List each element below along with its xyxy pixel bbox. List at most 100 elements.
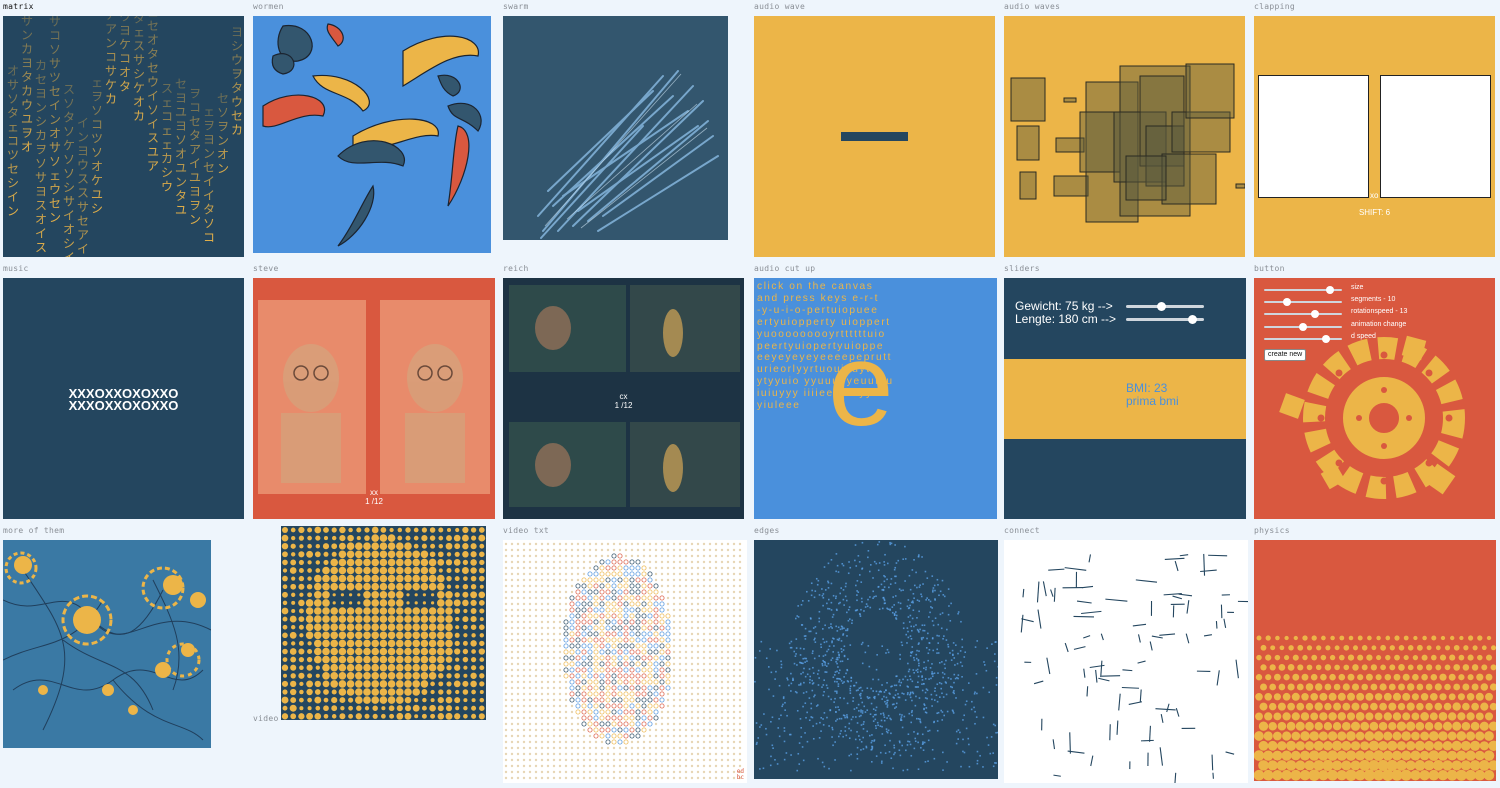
video-letter [648,542,652,546]
length-slider[interactable] [1126,315,1204,324]
video-txt-canvas[interactable]: ed bc [503,540,747,783]
control-slider[interactable] [1264,322,1342,331]
music-canvas[interactable]: XXXOXXOXOXXO XXXOXXOXOXXO [3,278,244,519]
edge-dot [840,730,842,732]
reich-canvas[interactable]: cx 1 /12 [503,278,744,519]
edges-canvas[interactable] [754,540,998,779]
sketch-label[interactable]: more of them [3,526,64,535]
audio-waves-canvas[interactable] [1004,16,1245,257]
clapping-canvas[interactable]: xo SHIFT: 6 [1254,16,1495,257]
video-dot [298,583,305,590]
sketch-label[interactable]: steve [253,264,279,273]
weight-slider[interactable] [1126,302,1204,311]
video-dot [314,599,322,607]
more-of-them-canvas[interactable] [3,540,211,748]
control-slider[interactable] [1264,334,1342,343]
edge-dot [861,541,864,544]
sketch-label[interactable]: video txt [503,526,549,535]
video-letter [570,734,574,738]
physics-ball [1481,664,1488,671]
button-canvas[interactable]: size segments - 10 rotationspeed - 13 anima… [1254,278,1495,519]
video-letter [720,728,724,732]
video-dot [307,706,312,711]
length-slider-knob[interactable] [1187,315,1197,324]
sketch-label[interactable]: video [253,714,279,723]
control-slider[interactable] [1264,310,1342,319]
edge-dot [915,686,918,688]
wormen-canvas[interactable] [253,16,491,253]
create-new-button[interactable]: create new [1264,349,1307,361]
control-slider[interactable] [1264,298,1342,307]
edge-dot [837,626,840,629]
edge-dot [770,755,772,758]
video-letter [593,607,599,613]
sketch-label[interactable]: matrix [3,2,34,11]
edge-dot [760,640,763,643]
sketch-label[interactable]: clapping [1254,2,1295,11]
video-letter [666,776,670,780]
physics-ball [1481,645,1487,651]
edge-dot [892,767,894,770]
control-slider-knob[interactable] [1283,298,1292,307]
edge-dot [964,651,967,654]
edge-dot [825,640,828,643]
weight-slider-knob[interactable] [1156,302,1166,311]
sketch-label[interactable]: swarm [503,2,529,11]
control-slider-knob[interactable] [1299,322,1307,331]
video-dot [363,591,371,599]
connect-canvas[interactable] [1004,540,1248,783]
video-dot [338,688,347,696]
edge-dot [831,657,834,659]
video-letter [546,626,550,630]
sketch-label[interactable]: edges [754,526,780,535]
video-letter [672,656,676,660]
video-letter [546,584,550,588]
sketch-label[interactable]: connect [1004,526,1040,535]
video-dot [331,551,337,557]
sketch-label[interactable]: wormen [253,2,284,11]
physics-canvas[interactable] [1254,540,1496,781]
video-dot [299,544,304,549]
video-dot [454,697,461,704]
steve-canvas[interactable]: xx 1 /12 [253,278,495,519]
video-letter [504,686,508,690]
video-letter [720,626,724,630]
video-dot [314,615,322,623]
edge-dot [809,675,812,678]
video-letter [534,668,538,672]
audio-cut-up-canvas[interactable]: e click on the canvas and press keys e-r-… [754,278,997,519]
video-letter [599,721,605,727]
control-slider[interactable] [1264,286,1342,294]
sketch-label[interactable]: audio waves [1004,2,1060,11]
sketch-label[interactable]: music [3,264,29,273]
edge-dot [826,716,828,719]
sketch-label[interactable]: reich [503,264,529,273]
control-slider-knob[interactable] [1326,286,1335,294]
edge-dot [906,627,909,629]
video-letter [528,590,532,594]
edge-dot [910,754,913,757]
swarm-canvas[interactable] [503,16,728,240]
video-letter [611,709,617,715]
sketch-label[interactable]: button [1254,264,1285,273]
video-canvas[interactable] [281,526,486,720]
matrix-glyph: ユ [175,161,187,175]
sketch-label[interactable]: audio cut up [754,264,815,273]
matrix-glyph: サ [63,195,75,209]
edge-dot [913,659,916,661]
video-dot [306,680,314,688]
control-slider-knob[interactable] [1322,334,1331,343]
physics-ball [1458,674,1465,681]
sketch-label[interactable]: sliders [1004,264,1040,273]
video-letter [726,668,730,672]
video-letter [702,752,706,756]
matrix-canvas[interactable]: オサソタェコツセシインサンカヨタカウユヲオカセヨンシカヲソサヨスオイススサコソサ… [3,16,244,257]
sliders-canvas[interactable]: Gewicht: 75 kg --> Lengte: 180 cm --> BM… [1004,278,1246,519]
sketch-label[interactable]: audio wave [754,2,805,11]
control-slider-knob[interactable] [1310,310,1319,319]
video-letter [732,638,736,642]
sketch-label[interactable]: physics [1254,526,1290,535]
video-letter [702,734,706,738]
video-letter [648,776,652,780]
audio-wave-canvas[interactable] [754,16,995,257]
